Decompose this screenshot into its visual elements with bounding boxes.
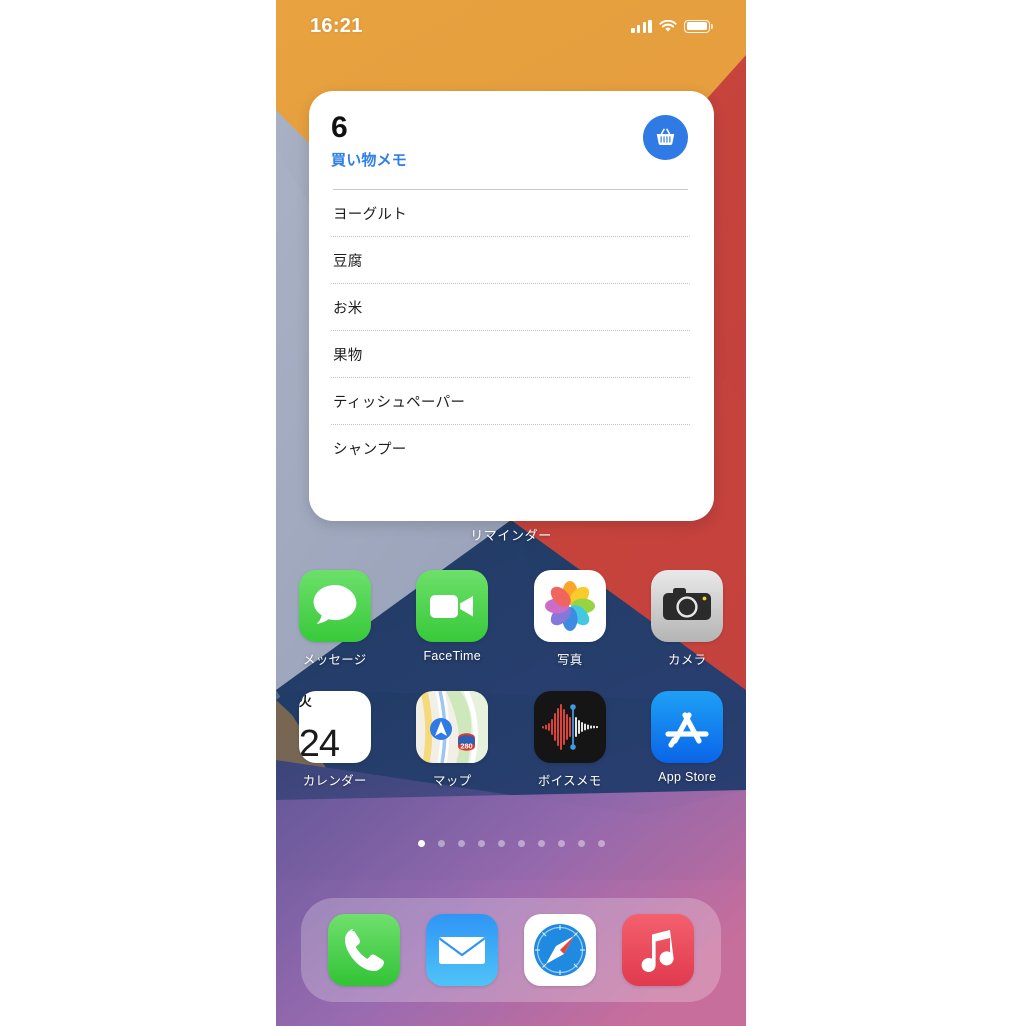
app-store-icon[interactable] xyxy=(651,691,724,763)
app-messages[interactable]: メッセージ xyxy=(276,570,394,668)
dock xyxy=(301,898,721,1002)
app-maps[interactable]: 280 マップ xyxy=(394,691,512,789)
app-grid-row-1: メッセージ FaceTime 写真 カメラ xyxy=(276,570,746,668)
widget-header-text: 6 買い物メモ xyxy=(331,113,407,170)
screenshot-canvas: 16:21 6 買い物メモ ヨーグルト 豆腐 お米 果物 ティッシュペーパー シ… xyxy=(0,0,1026,1026)
mail-icon[interactable] xyxy=(426,914,498,986)
calendar-icon[interactable]: 火 24 xyxy=(298,691,371,763)
phone-icon[interactable] xyxy=(328,914,400,986)
widget-header: 6 買い物メモ xyxy=(331,113,690,170)
voice-memos-icon[interactable] xyxy=(533,691,606,763)
app-facetime[interactable]: FaceTime xyxy=(394,570,512,668)
calendar-day: 24 xyxy=(298,723,340,763)
list-item[interactable]: 豆腐 xyxy=(331,237,690,284)
page-dot[interactable] xyxy=(517,840,525,847)
page-dot[interactable] xyxy=(477,840,485,847)
app-app-store[interactable]: App Store xyxy=(629,691,747,789)
app-label: マップ xyxy=(433,774,472,788)
list-item[interactable]: お米 xyxy=(331,284,690,331)
safari-icon[interactable] xyxy=(524,914,596,986)
calendar-weekday: 火 xyxy=(298,694,312,709)
list-item[interactable]: シャンプー xyxy=(331,425,690,471)
app-voice-memos[interactable]: ボイスメモ xyxy=(511,691,629,789)
shopping-list: ヨーグルト 豆腐 お米 果物 ティッシュペーパー シャンプー xyxy=(331,190,690,471)
facetime-icon[interactable] xyxy=(416,570,489,642)
cellular-signal-icon xyxy=(631,19,652,33)
app-label: カレンダー xyxy=(302,774,367,788)
widget-item-count: 6 xyxy=(331,111,348,144)
reminders-shopping-widget[interactable]: 6 買い物メモ ヨーグルト 豆腐 お米 果物 ティッシュペーパー シャンプー xyxy=(309,91,714,521)
widget-app-label: リマインダー xyxy=(470,528,552,543)
camera-icon[interactable] xyxy=(651,570,724,642)
app-label: 写真 xyxy=(556,653,583,667)
messages-icon[interactable] xyxy=(298,570,371,642)
page-dot[interactable] xyxy=(537,840,545,847)
page-dot[interactable] xyxy=(597,840,605,847)
list-item[interactable]: ヨーグルト xyxy=(331,190,690,237)
app-camera[interactable]: カメラ xyxy=(629,570,747,668)
shopping-basket-icon xyxy=(643,115,688,160)
status-bar: 16:21 xyxy=(276,0,746,52)
page-dot[interactable] xyxy=(437,840,445,847)
photos-icon[interactable] xyxy=(533,570,606,642)
app-label: FaceTime xyxy=(423,649,481,663)
status-time: 16:21 xyxy=(310,14,363,37)
page-indicator-dots[interactable] xyxy=(276,840,746,847)
app-label: カメラ xyxy=(668,653,707,667)
widget-list-title: 買い物メモ xyxy=(331,152,408,169)
page-dot[interactable] xyxy=(557,840,565,847)
iphone-home-screen: 16:21 6 買い物メモ ヨーグルト 豆腐 お米 果物 ティッシュペーパー シ… xyxy=(276,0,746,1026)
list-item[interactable]: ティッシュペーパー xyxy=(331,378,690,425)
app-photos[interactable]: 写真 xyxy=(511,570,629,668)
page-dot[interactable] xyxy=(457,840,465,847)
list-item[interactable]: 果物 xyxy=(331,331,690,378)
wifi-icon xyxy=(659,19,677,32)
app-calendar[interactable]: 火 24 カレンダー xyxy=(276,691,394,789)
music-icon[interactable] xyxy=(622,914,694,986)
maps-icon[interactable]: 280 xyxy=(416,691,489,763)
maps-route-shield: 280 xyxy=(461,742,473,751)
page-dot-active[interactable] xyxy=(417,840,425,847)
app-grid-row-2: 火 24 カレンダー 280 マップ ボイスメモ App Store xyxy=(276,691,746,789)
status-icons xyxy=(631,19,713,33)
page-dot[interactable] xyxy=(497,840,505,847)
app-label: App Store xyxy=(658,770,717,784)
page-dot[interactable] xyxy=(577,840,585,847)
app-label: ボイスメモ xyxy=(537,774,602,788)
app-label: メッセージ xyxy=(302,653,367,667)
battery-full-icon xyxy=(684,19,713,33)
